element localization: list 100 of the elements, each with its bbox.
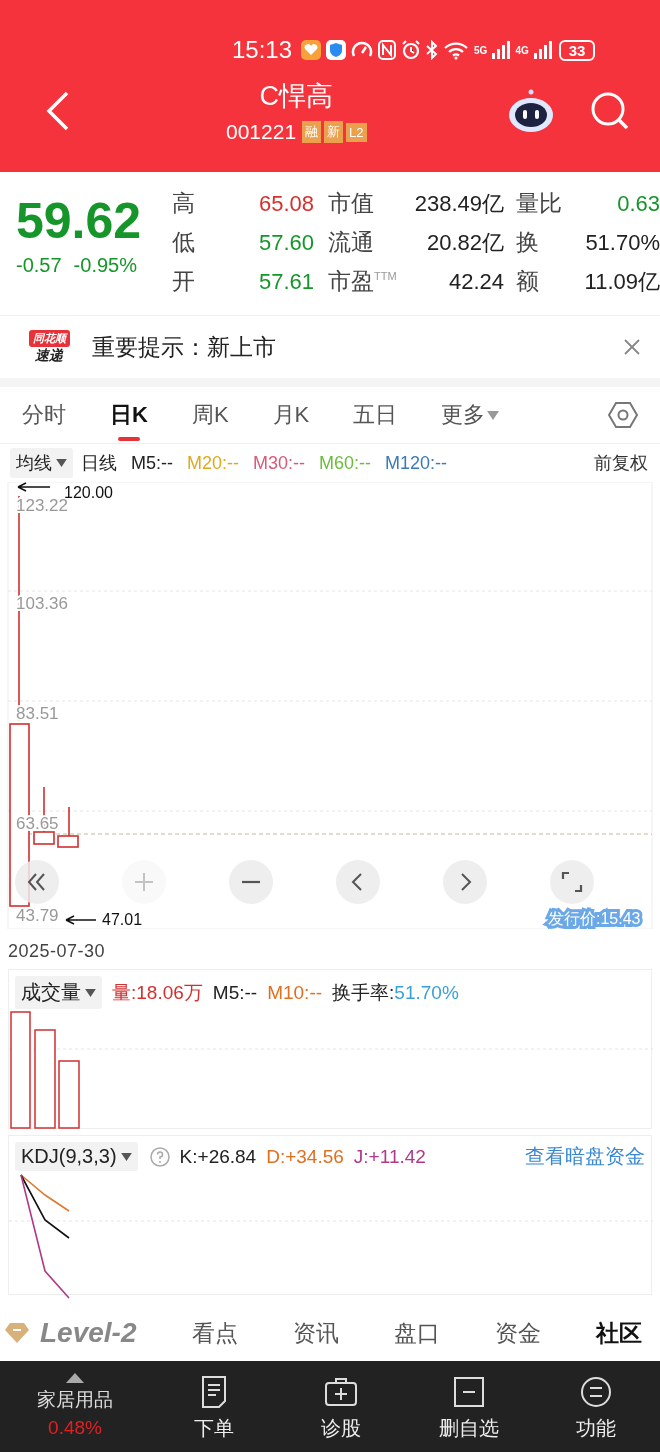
alarm-icon [401, 40, 422, 60]
stat-label: 高 [172, 189, 196, 218]
next-button[interactable] [443, 860, 487, 904]
search-icon[interactable] [590, 91, 630, 131]
network-label: 4G [515, 44, 529, 56]
stock-tag: L2 [346, 122, 367, 142]
menu-icon [579, 1375, 614, 1409]
indicator-dropdown[interactable]: 均线 [10, 448, 73, 478]
stat-value: 20.82亿 [425, 228, 504, 257]
dropdown-icon [120, 1152, 132, 1161]
date-label: 2025-07-30 [7, 940, 107, 963]
sector-change: 0.48% [48, 1417, 102, 1439]
plus-icon [133, 871, 155, 893]
period-tab[interactable]: 更多 [441, 387, 500, 443]
period-label: 日线 [81, 452, 117, 475]
volume-value: 51.70% [394, 981, 459, 1004]
wifi-icon [443, 40, 470, 60]
stock-tag: 融 [302, 121, 322, 143]
period-tab[interactable]: 日K [110, 387, 148, 443]
content-tab[interactable]: 盘口 [393, 1317, 440, 1349]
fullscreen-button[interactable] [550, 860, 594, 904]
toolbar-button[interactable]: 删自选 [405, 1373, 533, 1442]
diamond-icon [4, 1322, 30, 1344]
content-tab[interactable]: 资讯 [292, 1317, 339, 1349]
k-line [20, 1174, 70, 1239]
period-tab[interactable]: 周K [191, 387, 229, 443]
stat-value: 57.61 [257, 268, 314, 295]
health-app-icon [301, 40, 322, 60]
moving-average-value: M120:-- [385, 452, 448, 474]
dropdown-icon [56, 459, 67, 467]
battery-level: 33 [558, 39, 596, 61]
status-time: 15:13 [232, 36, 293, 64]
dark-pool-link[interactable]: 查看暗盘资金 [525, 1143, 645, 1170]
notice-text[interactable]: 重要提示：新上市 [92, 331, 276, 363]
indicator-dropdown[interactable]: KDJ(9,3,3) [15, 1142, 138, 1171]
stat-value: 0.63 [616, 190, 660, 217]
stat-label: 流通 [327, 228, 375, 257]
stat-label: 开 [172, 267, 196, 296]
rewind-icon [26, 871, 48, 893]
rewind-button[interactable] [15, 860, 59, 904]
volume-value: 换手率: [332, 980, 395, 1005]
network-label: 5G [474, 44, 488, 56]
adjust-toggle[interactable]: 前复权 [594, 451, 648, 475]
stock-tag: 新 [324, 121, 344, 143]
stock-name: C悍高 [259, 80, 333, 113]
indicator-dropdown[interactable]: 成交量 [15, 976, 102, 1009]
moving-average-value: M60:-- [319, 452, 372, 474]
signal-icon [492, 41, 511, 59]
kdj-value: D:+34.56 [266, 1145, 344, 1168]
content-tab[interactable]: 看点 [191, 1317, 238, 1349]
stock-code: 001221 [226, 120, 297, 144]
signal-icon [533, 41, 552, 59]
arrow-icon [17, 482, 51, 492]
briefcase-plus-icon [324, 1375, 359, 1409]
square-minus-icon [451, 1375, 486, 1409]
volume-value: M10:-- [267, 981, 323, 1004]
arrow-icon [65, 915, 97, 925]
toolbar-button[interactable]: 诊股 [277, 1373, 405, 1442]
percent-change: -0.95% [73, 254, 137, 277]
period-tab[interactable]: 月K [272, 387, 310, 443]
minus-icon [240, 880, 262, 884]
stat-value: 57.60 [257, 229, 314, 256]
nfc-icon [378, 40, 397, 60]
expand-icon[interactable] [66, 1373, 84, 1383]
price-axis-label: 43.79 [16, 906, 59, 925]
toolbar-button[interactable]: 下单 [150, 1373, 278, 1442]
period-tab[interactable]: 分时 [22, 387, 66, 443]
stat-label: 额 [515, 267, 540, 296]
volume-bar [58, 1060, 80, 1129]
fullscreen-icon [561, 871, 583, 893]
bluetooth-icon [426, 40, 439, 60]
stat-value: 238.49亿 [413, 189, 504, 218]
low-price-marker: 47.01 [102, 911, 143, 928]
previous-button[interactable] [336, 860, 380, 904]
toolbar-button[interactable]: 功能 [532, 1373, 660, 1442]
level2-tab[interactable]: Level-2 [40, 1317, 137, 1349]
stat-label: 市值 [327, 189, 375, 218]
sector-name[interactable]: 家居用品 [37, 1387, 113, 1413]
settings-icon[interactable] [608, 400, 638, 430]
robot-icon[interactable] [508, 89, 554, 133]
d-line [20, 1174, 70, 1212]
back-icon[interactable] [46, 91, 70, 131]
close-icon[interactable] [624, 339, 640, 355]
stat-value: 51.70% [584, 229, 660, 256]
stat-label: 量比 [515, 189, 563, 218]
content-tab[interactable]: 资金 [494, 1317, 541, 1349]
help-icon[interactable] [149, 1146, 170, 1167]
period-tab[interactable]: 五日 [353, 387, 398, 443]
news-logo: 同花顺 速递 [22, 329, 76, 365]
stat-label: 换 [515, 228, 540, 257]
volume-value: 量:18.06万 [112, 980, 203, 1005]
high-price-marker: 120.00 [64, 484, 113, 501]
stat-label: 市盈$^{TTM}$ [327, 267, 398, 296]
moving-average-value: M5:-- [131, 452, 173, 474]
kdj-value: K:+26.84 [179, 1145, 257, 1168]
last-price: 59.62 [16, 192, 143, 250]
price-change: -0.57 [16, 254, 62, 277]
shield-app-icon [326, 40, 347, 60]
content-tab[interactable]: 社区 [595, 1317, 642, 1349]
candlestick [57, 806, 79, 848]
